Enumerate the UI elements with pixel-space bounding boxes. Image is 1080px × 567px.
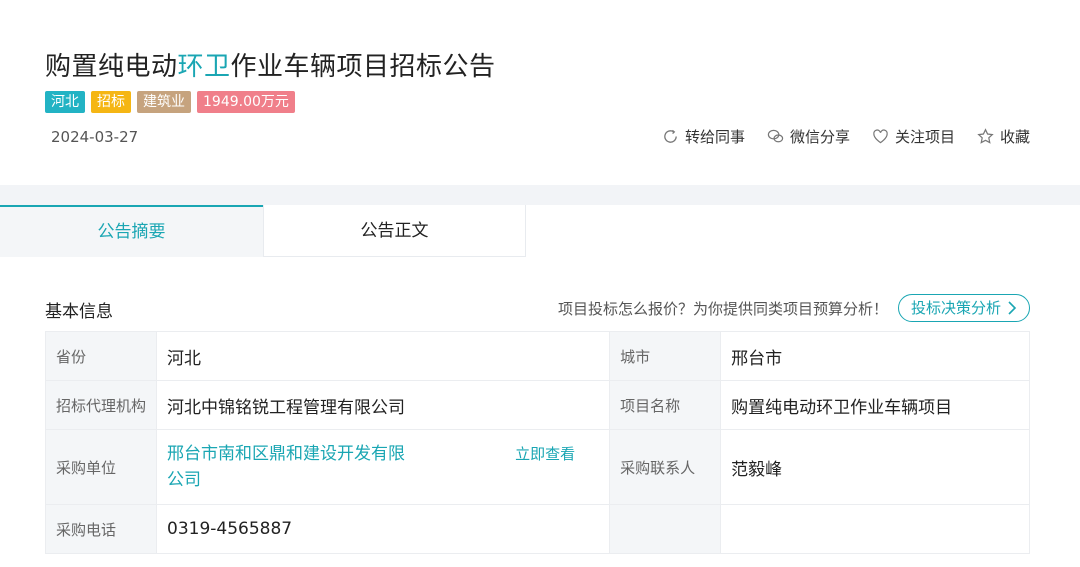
- empty-label-cell: [609, 504, 722, 554]
- promo-text: 项目投标怎么报价？为你提供同类项目预算分析！: [557, 299, 888, 318]
- forward-button[interactable]: 转给同事: [662, 126, 745, 147]
- purchaser-link[interactable]: 邢台市南和区鼎和建设开发有限公司: [167, 441, 417, 493]
- agency-value: 河北中锦铭锐工程管理有限公司: [155, 380, 611, 430]
- main-card: 公告摘要 公告正文 基本信息 项目投标怎么报价？为你提供同类项目预算分析！ 投标…: [0, 205, 1080, 567]
- table-row: 招标代理机构 河北中锦铭锐工程管理有限公司 项目名称 购置纯电动环卫作业车辆项目: [45, 380, 1030, 430]
- phone-value: 0319-4565887: [155, 504, 611, 554]
- province-label: 省份: [45, 331, 157, 381]
- city-label: 城市: [609, 331, 722, 381]
- project-name-value: 购置纯电动环卫作业车辆项目: [720, 380, 1030, 430]
- title-part1: 购置纯电动: [45, 52, 178, 82]
- collect-button[interactable]: 收藏: [977, 126, 1030, 147]
- agency-label: 招标代理机构: [45, 380, 157, 430]
- decision-analysis-label: 投标决策分析: [910, 299, 1001, 317]
- publish-date: 2024-03-27: [51, 128, 139, 146]
- city-value: 邢台市: [720, 331, 1030, 381]
- tag-list: 河北 招标 建筑业 1949.00万元: [45, 91, 295, 113]
- promo-bar: 项目投标怎么报价？为你提供同类项目预算分析！ 投标决策分析: [558, 294, 1030, 322]
- type-tag: 招标: [91, 91, 131, 113]
- section-title: 基本信息: [45, 302, 113, 322]
- title-part2: 作业车辆项目招标公告: [230, 52, 496, 82]
- wechat-icon: [767, 129, 784, 143]
- action-bar: 转给同事 微信分享 关注项目 收藏: [662, 126, 1030, 147]
- basic-info-table: 省份 河北 城市 邢台市 招标代理机构 河北中锦铭锐工程管理有限公司 项目名称 …: [45, 331, 1030, 554]
- purchaser-cell: 邢台市南和区鼎和建设开发有限公司 立即查看: [155, 429, 611, 505]
- header-card: 购置纯电动环卫作业车辆项目招标公告 河北 招标 建筑业 1949.00万元 20…: [0, 0, 1080, 185]
- wechat-share-label: 微信分享: [789, 128, 850, 146]
- heart-icon: [873, 129, 888, 144]
- table-row: 采购电话 0319-4565887: [45, 504, 1030, 554]
- province-value: 河北: [155, 331, 611, 381]
- budget-tag: 1949.00万元: [197, 91, 295, 113]
- chevron-right-icon: [1008, 301, 1017, 315]
- empty-value-cell: [720, 504, 1030, 554]
- tab-summary[interactable]: 公告摘要: [0, 205, 263, 257]
- contact-label: 采购联系人: [609, 429, 722, 505]
- view-now-link[interactable]: 立即查看: [515, 443, 575, 464]
- page-title: 购置纯电动环卫作业车辆项目招标公告: [45, 46, 496, 83]
- wechat-share-button[interactable]: 微信分享: [767, 126, 850, 147]
- collect-label: 收藏: [999, 128, 1030, 146]
- phone-label: 采购电话: [45, 504, 157, 554]
- forward-label: 转给同事: [684, 128, 745, 146]
- decision-analysis-button[interactable]: 投标决策分析: [897, 294, 1030, 322]
- purchaser-wrap: 邢台市南和区鼎和建设开发有限公司 立即查看: [167, 441, 599, 493]
- follow-project-button[interactable]: 关注项目: [872, 126, 955, 147]
- project-name-label: 项目名称: [609, 380, 722, 430]
- star-icon: [977, 128, 994, 144]
- industry-tag: 建筑业: [137, 91, 191, 113]
- tab-bar: 公告摘要 公告正文: [0, 205, 526, 257]
- table-row: 采购单位 邢台市南和区鼎和建设开发有限公司 立即查看 采购联系人 范毅峰: [45, 429, 1030, 505]
- title-highlight: 环卫: [177, 52, 231, 82]
- follow-label: 关注项目: [894, 128, 955, 146]
- region-tag: 河北: [45, 91, 85, 113]
- forward-icon: [664, 129, 677, 143]
- contact-value: 范毅峰: [720, 429, 1030, 505]
- purchaser-label: 采购单位: [45, 429, 157, 505]
- table-row: 省份 河北 城市 邢台市: [45, 331, 1030, 381]
- tab-full-text[interactable]: 公告正文: [263, 205, 526, 257]
